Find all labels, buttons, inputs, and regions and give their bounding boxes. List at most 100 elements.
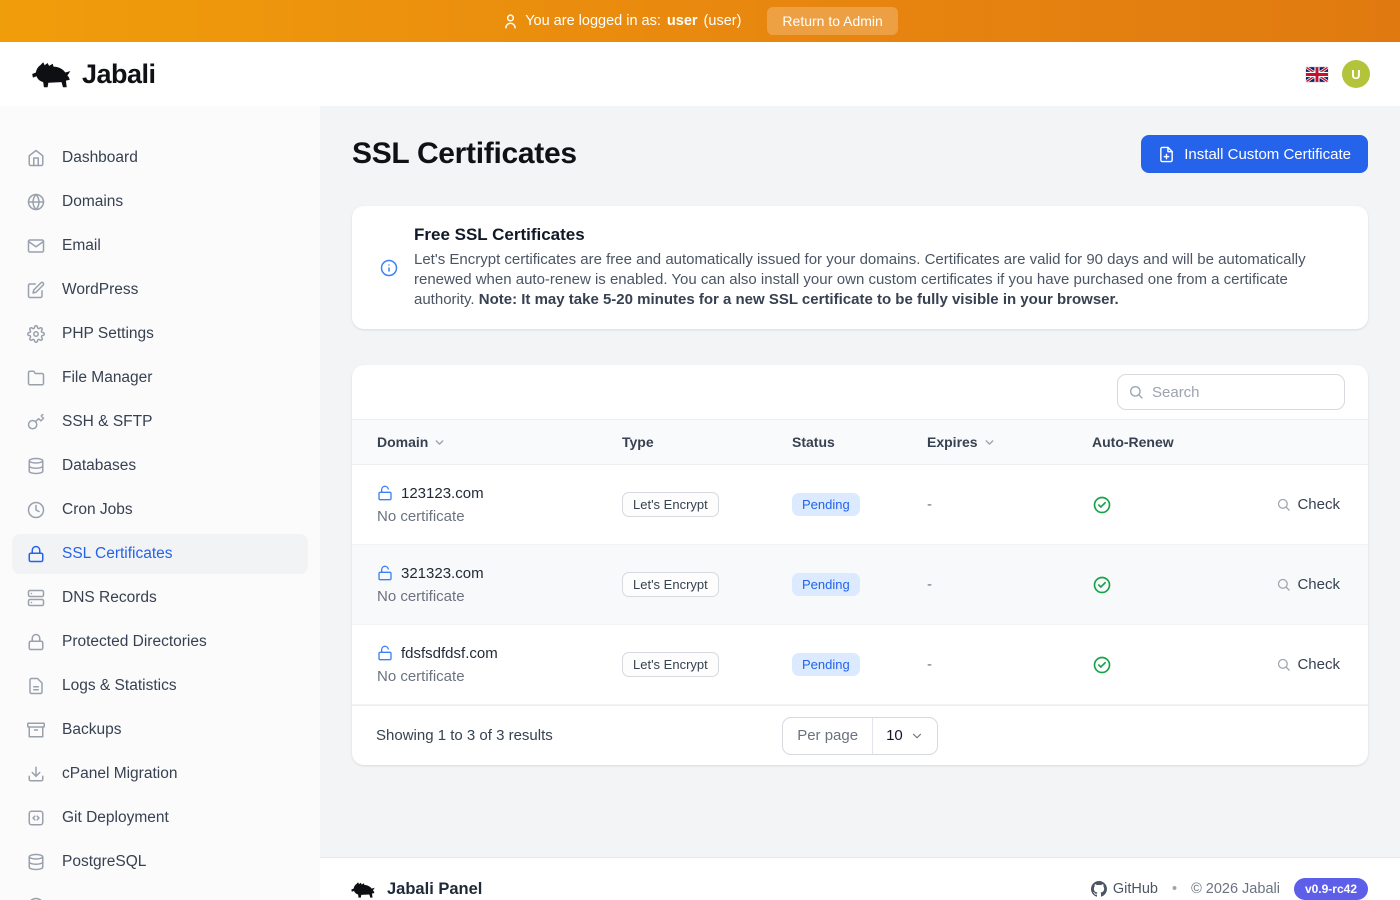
info-box-title: Free SSL Certificates: [414, 225, 1340, 245]
check-circle-icon: [1092, 655, 1112, 675]
type-badge: Let's Encrypt: [622, 652, 719, 677]
sidebar-item-dashboard[interactable]: Dashboard: [12, 138, 308, 178]
auto-renew-enabled: [1092, 655, 1212, 675]
sidebar-item-postgresql[interactable]: PostgreSQL: [12, 842, 308, 882]
code-icon: [27, 809, 45, 827]
chevron-down-icon: [910, 729, 924, 743]
footer-brand: Jabali Panel: [350, 879, 482, 900]
install-button-label: Install Custom Certificate: [1184, 146, 1351, 163]
sidebar-item-protected-directories[interactable]: Protected Directories: [12, 622, 308, 662]
user-icon: [502, 13, 519, 30]
domain-name[interactable]: 321323.com: [401, 565, 484, 582]
type-badge: Let's Encrypt: [622, 492, 719, 517]
status-badge: Pending: [792, 493, 860, 516]
sidebar-item-file-manager[interactable]: File Manager: [12, 358, 308, 398]
brand-logo[interactable]: Jabali: [30, 57, 156, 91]
column-header-status: Status: [792, 434, 927, 450]
domain-name[interactable]: 123123.com: [401, 485, 484, 502]
auto-renew-enabled: [1092, 575, 1212, 595]
expires-value: -: [927, 496, 1092, 513]
github-link[interactable]: GitHub: [1091, 881, 1158, 897]
check-label: Check: [1297, 656, 1340, 673]
search-icon: [1128, 384, 1144, 400]
main-content: SSL Certificates Install Custom Certific…: [320, 106, 1400, 900]
chevron-down-icon: [983, 436, 996, 449]
type-badge: Let's Encrypt: [622, 572, 719, 597]
home-icon: [27, 149, 45, 167]
column-label: Expires: [927, 434, 978, 450]
sidebar-item-logs-statistics[interactable]: Logs & Statistics: [12, 666, 308, 706]
return-to-admin-button[interactable]: Return to Admin: [767, 7, 897, 35]
boar-logo-icon: [30, 57, 74, 91]
footer-separator: •: [1172, 881, 1177, 897]
page-footer: Jabali Panel GitHub • © 2026 Jabali v0.9…: [320, 857, 1400, 900]
user-avatar[interactable]: U: [1342, 60, 1370, 88]
edit-pencil-icon: [27, 281, 45, 299]
per-page-value: 10: [886, 727, 903, 744]
per-page-label: Per page: [783, 718, 873, 754]
sidebar-item-label: Databases: [62, 457, 136, 475]
search-input[interactable]: [1117, 374, 1345, 410]
gear-icon: [27, 325, 45, 343]
sidebar-item-domains[interactable]: Domains: [12, 182, 308, 222]
boar-logo-icon: [350, 879, 377, 900]
column-label: Status: [792, 434, 835, 450]
unlock-icon: [377, 565, 393, 581]
column-label: Auto-Renew: [1092, 434, 1174, 450]
check-button[interactable]: Check: [1276, 656, 1340, 673]
magnifier-icon: [1276, 657, 1291, 672]
impersonation-banner: You are logged in as: user (user) Return…: [0, 0, 1400, 42]
sidebar-item-cron-jobs[interactable]: Cron Jobs: [12, 490, 308, 530]
sidebar-item-label: SSL Certificates: [62, 545, 173, 563]
page-title: SSL Certificates: [352, 137, 577, 171]
sidebar-item-more[interactable]: [12, 886, 308, 900]
key-icon: [27, 413, 45, 431]
sidebar-item-label: Git Deployment: [62, 809, 169, 827]
certificate-subtitle: No certificate: [377, 508, 622, 525]
sidebar-item-php-settings[interactable]: PHP Settings: [12, 314, 308, 354]
sidebar-item-label: SSH & SFTP: [62, 413, 152, 431]
sidebar-item-git-deployment[interactable]: Git Deployment: [12, 798, 308, 838]
sidebar-item-dns-records[interactable]: DNS Records: [12, 578, 308, 618]
github-icon: [1091, 881, 1107, 897]
sidebar-item-wordpress[interactable]: WordPress: [12, 270, 308, 310]
column-label: Type: [622, 434, 654, 450]
sidebar-item-cpanel-migration[interactable]: cPanel Migration: [12, 754, 308, 794]
expires-value: -: [927, 576, 1092, 593]
column-header-type: Type: [622, 434, 792, 450]
check-circle-icon: [1092, 575, 1112, 595]
sidebar-item-label: Dashboard: [62, 149, 138, 167]
language-flag-icon[interactable]: [1306, 67, 1328, 82]
status-badge: Pending: [792, 573, 860, 596]
check-button[interactable]: Check: [1276, 496, 1340, 513]
free-ssl-info-box: Free SSL Certificates Let's Encrypt cert…: [352, 206, 1368, 329]
github-label: GitHub: [1113, 881, 1158, 897]
per-page-select[interactable]: Per page 10: [782, 717, 938, 755]
database-icon: [27, 457, 45, 475]
sidebar-item-label: File Manager: [62, 369, 152, 387]
sidebar-item-databases[interactable]: Databases: [12, 446, 308, 486]
footer-brand-name: Jabali Panel: [387, 880, 482, 899]
column-header-domain[interactable]: Domain: [377, 434, 622, 450]
sidebar-item-ssl-certificates[interactable]: SSL Certificates: [12, 534, 308, 574]
results-summary: Showing 1 to 3 of 3 results: [376, 727, 782, 744]
install-custom-certificate-button[interactable]: Install Custom Certificate: [1141, 135, 1368, 173]
clock-icon: [27, 501, 45, 519]
expires-value: -: [927, 656, 1092, 673]
footer-copyright: © 2026 Jabali: [1191, 881, 1280, 897]
domain-name[interactable]: fdsfsdfdsf.com: [401, 645, 498, 662]
sidebar-item-label: PostgreSQL: [62, 853, 146, 871]
column-header-auto-renew: Auto-Renew: [1092, 434, 1212, 450]
document-plus-icon: [1158, 146, 1175, 163]
sidebar-item-ssh-sftp[interactable]: SSH & SFTP: [12, 402, 308, 442]
sidebar-item-email[interactable]: Email: [12, 226, 308, 266]
archive-icon: [27, 721, 45, 739]
column-header-expires[interactable]: Expires: [927, 434, 1092, 450]
sidebar-item-label: WordPress: [62, 281, 138, 299]
sidebar-item-backups[interactable]: Backups: [12, 710, 308, 750]
info-note-text: Note: It may take 5-20 minutes for a new…: [479, 291, 1119, 308]
info-icon: [380, 259, 398, 277]
chevron-down-icon: [433, 436, 446, 449]
check-button[interactable]: Check: [1276, 576, 1340, 593]
unlock-icon: [377, 645, 393, 661]
